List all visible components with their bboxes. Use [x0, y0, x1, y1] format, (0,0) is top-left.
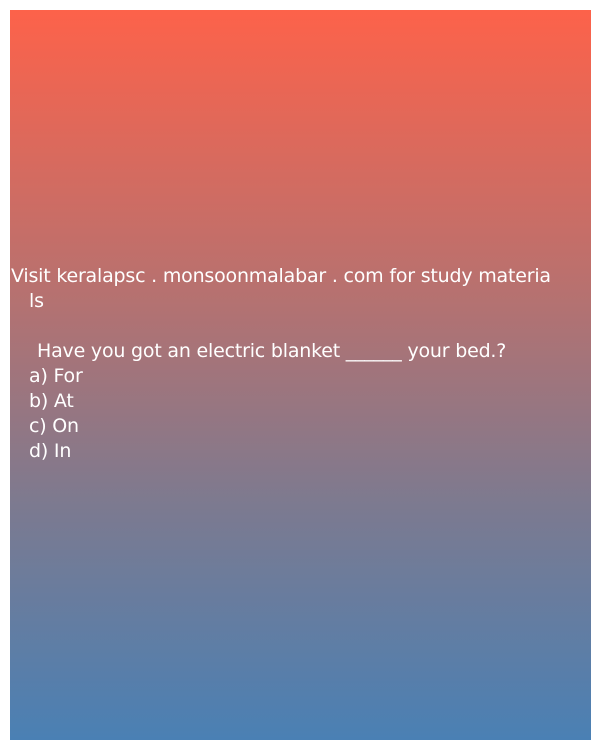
question-text-block: Visit keralapsc . monsoonmalabar . com f… — [10, 264, 591, 464]
option-b: b) At — [29, 390, 74, 412]
option-a: a) For — [29, 365, 83, 387]
question-card: Visit keralapsc . monsoonmalabar . com f… — [10, 10, 591, 740]
option-c: c) On — [29, 415, 79, 437]
promo-line-1: Visit keralapsc . monsoonmalabar . com f… — [11, 265, 551, 287]
question-stem: Have you got an electric blanket ______ … — [37, 340, 507, 362]
promo-line-2: ls — [29, 290, 44, 312]
option-d: d) In — [29, 440, 72, 462]
